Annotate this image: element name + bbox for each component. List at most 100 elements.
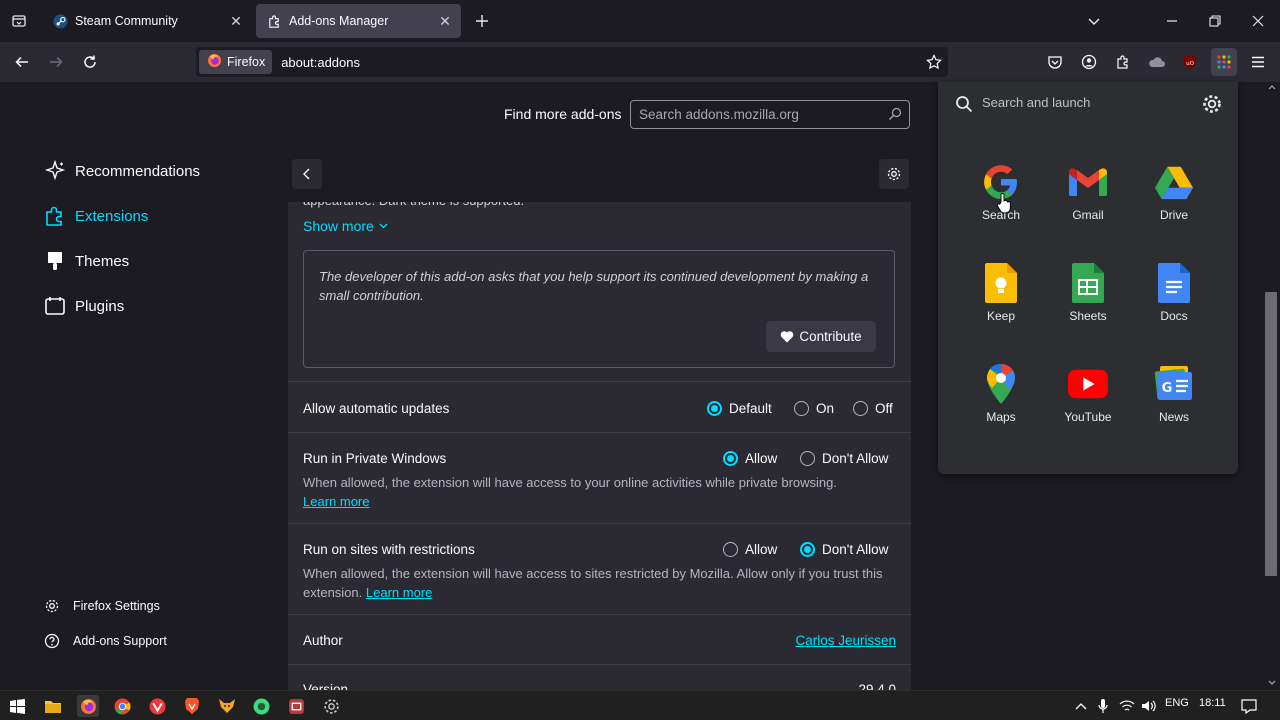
hand-cursor-icon <box>996 193 1011 214</box>
author-link[interactable]: Carlos Jeurissen <box>795 633 896 648</box>
close-tab-icon[interactable]: ✕ <box>437 13 453 29</box>
app-youtube[interactable]: YouTube <box>1045 364 1131 444</box>
chrome-icon[interactable] <box>111 695 133 717</box>
back-arrow-icon[interactable] <box>9 49 35 75</box>
auto-updates-default-radio[interactable]: Default <box>707 401 772 416</box>
close-window-icon[interactable] <box>1245 8 1271 34</box>
gear-icon[interactable] <box>1201 93 1223 115</box>
file-explorer-icon[interactable] <box>42 695 64 717</box>
sidebar-item-recommendations[interactable]: Recommendations <box>44 160 200 182</box>
learn-more-link[interactable]: Learn more <box>303 494 369 509</box>
sidebar-item-plugins[interactable]: Plugins <box>44 295 124 317</box>
search-placeholder: Search addons.mozilla.org <box>639 107 799 122</box>
account-icon[interactable] <box>1078 51 1100 73</box>
minimize-icon[interactable] <box>1159 8 1185 34</box>
tools-gear-button[interactable] <box>879 159 909 189</box>
description-text: appearance. Dark theme is supported. <box>303 202 524 210</box>
app-drive[interactable]: Drive <box>1131 162 1217 242</box>
contribute-button[interactable]: Contribute <box>766 321 876 352</box>
sidebar-item-themes[interactable]: Themes <box>44 250 129 272</box>
tab-list-icon[interactable] <box>6 8 32 34</box>
tab-addons-manager[interactable]: Add-ons Manager ✕ <box>256 4 461 38</box>
learn-more-link[interactable]: Learn more <box>366 585 432 600</box>
ublock-origin-icon[interactable]: uO <box>1179 51 1201 73</box>
windows-start-icon[interactable] <box>6 695 28 717</box>
private-windows-dont-allow-radio[interactable]: Don't Allow <box>800 451 888 466</box>
scroll-down-arrow-icon[interactable] <box>1268 680 1276 686</box>
app-keep[interactable]: Keep <box>958 263 1044 343</box>
divider <box>288 614 911 615</box>
radio-checked-icon <box>800 542 815 557</box>
close-tab-icon[interactable]: ✕ <box>228 13 244 29</box>
sparkle-icon <box>44 160 66 181</box>
app-docs[interactable]: Docs <box>1131 263 1217 343</box>
settings-app-icon[interactable] <box>320 695 342 717</box>
tab-label: Steam Community <box>75 14 178 28</box>
clock[interactable]: 18:11 <box>1199 697 1226 709</box>
app-news[interactable]: G News <box>1131 364 1217 444</box>
url-text[interactable]: about:addons <box>281 55 360 70</box>
tray-chevron-up-icon[interactable] <box>1070 695 1092 717</box>
sidebar-item-label: Themes <box>75 252 130 270</box>
bookmark-star-icon[interactable] <box>926 54 942 75</box>
pocket-icon[interactable] <box>1044 51 1066 73</box>
app-sheets[interactable]: Sheets <box>1045 263 1131 343</box>
addons-support-link[interactable]: Add-ons Support <box>44 633 167 649</box>
addons-search-input[interactable]: Search addons.mozilla.org <box>630 100 910 129</box>
chevron-down-icon <box>379 223 388 229</box>
contribution-message: The developer of this add-on asks that y… <box>319 269 869 303</box>
network-icon[interactable] <box>1116 695 1138 717</box>
microphone-icon[interactable] <box>1092 695 1114 717</box>
game-app-icon[interactable] <box>285 695 307 717</box>
divider <box>288 381 911 382</box>
identity-box[interactable]: Firefox <box>199 50 273 74</box>
auto-updates-off-radio[interactable]: Off <box>853 401 893 416</box>
puzzle-icon <box>266 13 282 29</box>
extension-cloud-icon[interactable] <box>1146 51 1168 73</box>
scrollbar-thumb[interactable] <box>1265 292 1277 576</box>
app-name: Gmail <box>1072 208 1104 222</box>
sidebar-item-extensions[interactable]: Extensions <box>44 205 148 227</box>
notification-icon[interactable] <box>1238 695 1260 717</box>
search-icon[interactable] <box>888 107 902 124</box>
scroll-up-arrow-icon[interactable] <box>1268 84 1276 90</box>
firefox-settings-link[interactable]: Firefox Settings <box>44 598 160 614</box>
forward-arrow-icon[interactable] <box>43 49 69 75</box>
restore-icon[interactable] <box>1202 8 1228 34</box>
auto-updates-on-radio[interactable]: On <box>794 401 834 416</box>
app-name: Keep <box>986 309 1016 323</box>
radio-checked-icon <box>723 451 738 466</box>
launcher-search-input[interactable]: Search and launch <box>938 82 1238 126</box>
app-launcher-grid-icon[interactable] <box>1211 48 1237 76</box>
app-name: Docs <box>1160 309 1188 323</box>
show-more-link[interactable]: Show more <box>303 218 388 234</box>
chevron-down-icon[interactable] <box>1081 8 1107 34</box>
vivaldi-icon[interactable] <box>146 695 168 717</box>
brave-icon[interactable] <box>181 695 203 717</box>
radio-label: Allow <box>745 451 778 466</box>
keep-icon <box>981 263 1021 303</box>
app-gmail[interactable]: Gmail <box>1045 162 1131 242</box>
private-windows-allow-radio[interactable]: Allow <box>723 451 777 466</box>
app-name: Sheets <box>1069 309 1107 323</box>
green-app-icon[interactable] <box>250 695 272 717</box>
new-tab-plus-icon[interactable] <box>469 8 495 34</box>
firefox-taskbar-icon[interactable] <box>77 695 99 717</box>
brush-icon <box>48 252 62 270</box>
tab-steam-community[interactable]: Steam Community ✕ <box>42 4 252 38</box>
contribution-box: The developer of this add-on asks that y… <box>303 250 895 368</box>
reload-icon[interactable] <box>77 49 103 75</box>
fox-app-icon[interactable] <box>216 695 238 717</box>
sidebar-item-label: Plugins <box>75 297 125 315</box>
app-maps[interactable]: Maps <box>958 364 1044 444</box>
url-bar[interactable]: Firefox about:addons <box>196 47 948 77</box>
back-button[interactable] <box>292 159 322 189</box>
extensions-puzzle-icon[interactable] <box>1112 51 1134 73</box>
hamburger-menu-icon[interactable] <box>1247 51 1269 73</box>
restricted-sites-allow-radio[interactable]: Allow <box>723 542 777 557</box>
language-indicator[interactable]: ENG <box>1165 697 1189 709</box>
app-launcher-popup: Search and launch Search Gmail Drive Kee… <box>938 82 1238 474</box>
launcher-search-placeholder: Search and launch <box>982 95 1091 110</box>
volume-icon[interactable] <box>1138 695 1160 717</box>
restricted-sites-dont-allow-radio[interactable]: Don't Allow <box>800 542 888 557</box>
